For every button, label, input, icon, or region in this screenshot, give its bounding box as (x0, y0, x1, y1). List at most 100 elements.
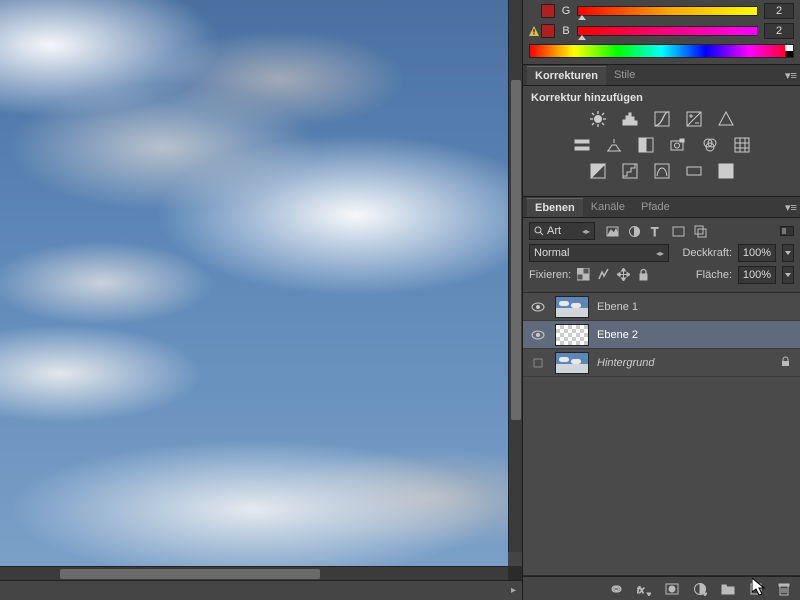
adjustments-title: Korrektur hinzufügen (531, 92, 792, 104)
slider-g[interactable] (577, 6, 758, 16)
layer-name-label[interactable]: Ebene 2 (597, 329, 794, 341)
lock-label: Fixieren: (529, 269, 571, 281)
horizontal-scrollbar-thumb[interactable] (60, 569, 320, 579)
layer-row[interactable]: Ebene 2 (523, 321, 800, 349)
color-lookup-icon[interactable] (733, 136, 751, 154)
threshold-icon[interactable] (653, 162, 671, 180)
value-input-g[interactable]: 2 (764, 3, 794, 19)
posterize-icon[interactable] (621, 162, 639, 180)
filter-adjustment-icon[interactable] (627, 224, 641, 238)
adjustments-row-1 (531, 110, 792, 128)
layer-thumbnail[interactable] (555, 352, 589, 374)
layer-group-icon[interactable] (720, 581, 736, 597)
curves-icon[interactable] (653, 110, 671, 128)
layer-lock-icon[interactable] (780, 356, 794, 370)
fill-value-input[interactable]: 100% (738, 266, 776, 284)
tab-stile[interactable]: Stile (606, 66, 643, 84)
filter-shape-icon[interactable] (671, 224, 685, 238)
tab-pfade[interactable]: Pfade (633, 198, 678, 216)
opacity-label: Deckkraft: (682, 247, 732, 259)
layer-filter-dropdown[interactable]: Art ◂▸ (529, 222, 595, 240)
layer-mask-icon[interactable] (664, 581, 680, 597)
value-input-b[interactable]: 2 (764, 23, 794, 39)
swatch-g[interactable] (541, 4, 555, 18)
spectrum-ramp[interactable] (529, 44, 794, 58)
status-bar: ▸ (0, 580, 522, 600)
layer-name-label[interactable]: Hintergrund (597, 357, 772, 369)
adjustments-row-2 (531, 136, 792, 154)
filter-smartobject-icon[interactable] (693, 224, 707, 238)
fill-stepper[interactable] (782, 266, 794, 284)
adjustments-row-3 (531, 162, 792, 180)
selective-color-icon[interactable] (717, 162, 735, 180)
layer-list[interactable]: Ebene 1 Ebene 2 Hintergrund (523, 292, 800, 576)
visibility-toggle-icon[interactable] (529, 354, 547, 372)
channel-row-b: B 2 (529, 22, 794, 40)
new-layer-icon[interactable] (748, 581, 764, 597)
lock-transparency-icon[interactable] (577, 268, 591, 282)
spacer (529, 6, 539, 16)
vertical-scrollbar[interactable] (508, 0, 522, 552)
lock-all-icon[interactable] (637, 268, 651, 282)
brightness-contrast-icon[interactable] (589, 110, 607, 128)
visibility-toggle-icon[interactable] (529, 326, 547, 344)
gamut-warning-icon[interactable] (529, 26, 539, 36)
filter-type-icon[interactable]: T (649, 224, 663, 238)
lock-image-icon[interactable] (597, 268, 611, 282)
adjustment-layer-icon[interactable] (692, 581, 708, 597)
fill-label: Fläche: (696, 269, 732, 281)
visibility-toggle-icon[interactable] (529, 298, 547, 316)
photo-filter-icon[interactable] (669, 136, 687, 154)
layer-thumbnail[interactable] (555, 296, 589, 318)
layer-name-label[interactable]: Ebene 1 (597, 301, 794, 313)
hue-saturation-icon[interactable] (573, 136, 591, 154)
layers-tabstrip: Ebenen Kanäle Pfade ▾≡ (523, 196, 800, 218)
tab-korrekturen[interactable]: Korrekturen (527, 66, 606, 85)
layer-row[interactable]: Hintergrund (523, 349, 800, 377)
color-panel: G 2 B 2 (523, 0, 800, 64)
canvas[interactable] (0, 0, 522, 566)
lock-position-icon[interactable] (617, 268, 631, 282)
channel-mixer-icon[interactable] (701, 136, 719, 154)
layer-filter-label: Art (547, 225, 561, 237)
adjustments-panel-menu-icon[interactable]: ▾≡ (782, 69, 800, 82)
slider-b[interactable] (577, 26, 758, 36)
color-balance-icon[interactable] (605, 136, 623, 154)
status-arrow-icon[interactable]: ▸ (511, 585, 516, 596)
gradient-map-icon[interactable] (685, 162, 703, 180)
channel-label-b: B (561, 25, 571, 37)
filter-pixel-icon[interactable] (605, 224, 619, 238)
vertical-scrollbar-thumb[interactable] (511, 80, 521, 420)
layers-controls: Art ◂▸ T Normal ◂▸ (523, 218, 800, 292)
vibrance-icon[interactable] (717, 110, 735, 128)
layer-filter-toggle[interactable] (780, 226, 794, 236)
black-white-icon[interactable] (637, 136, 655, 154)
blend-mode-dropdown[interactable]: Normal ◂▸ (529, 244, 669, 262)
channel-row-g: G 2 (529, 2, 794, 20)
layers-panel-menu-icon[interactable]: ▾≡ (782, 201, 800, 214)
swatch-b[interactable] (541, 24, 555, 38)
tab-ebenen[interactable]: Ebenen (527, 198, 583, 217)
layer-effects-icon[interactable]: fx (636, 581, 652, 597)
opacity-value-input[interactable]: 100% (738, 244, 776, 262)
chevron-up-down-icon: ◂▸ (656, 249, 664, 258)
layer-thumbnail[interactable] (555, 324, 589, 346)
exposure-icon[interactable] (685, 110, 703, 128)
channel-label-g: G (561, 5, 571, 17)
invert-icon[interactable] (589, 162, 607, 180)
layer-row[interactable]: Ebene 1 (523, 293, 800, 321)
chevron-up-down-icon: ◂▸ (582, 227, 590, 236)
link-layers-icon[interactable] (608, 581, 624, 597)
opacity-stepper[interactable] (782, 244, 794, 262)
right-panel-column: G 2 B 2 Korrekturen Stile ▾≡ Korrektur h… (522, 0, 800, 600)
delete-layer-icon[interactable] (776, 581, 792, 597)
search-icon (534, 226, 544, 236)
tab-kanaele[interactable]: Kanäle (583, 198, 633, 216)
adjustments-panel: Korrektur hinzufügen (523, 86, 800, 196)
svg-text:T: T (651, 225, 659, 238)
svg-text:fx: fx (637, 585, 645, 595)
horizontal-scrollbar[interactable] (0, 566, 508, 580)
document-image (0, 0, 508, 566)
levels-icon[interactable] (621, 110, 639, 128)
document-area: ▸ (0, 0, 522, 600)
